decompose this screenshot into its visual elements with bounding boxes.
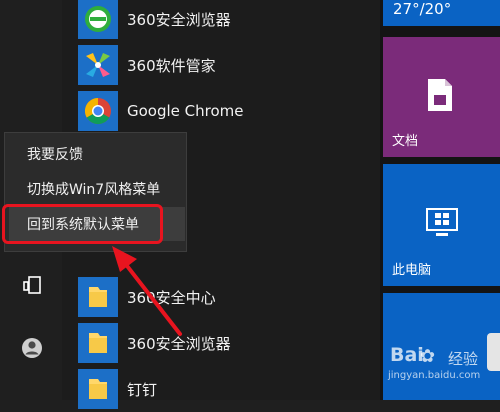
weather-temp: 27°/20° [393,0,452,18]
app-item-360-security-center[interactable]: 360安全中心 [78,274,378,320]
document-icon [428,79,452,111]
documents-label: 文档 [392,134,419,149]
360-browser-icon [78,0,118,39]
360-software-manager-icon [78,45,118,85]
app-item-360-software-manager[interactable]: 360软件管家 [78,42,378,88]
app-label: 360安全中心 [127,288,216,307]
app-label: 360安全浏览器 [127,10,231,29]
app-item-google-chrome[interactable]: Google Chrome [78,88,378,134]
chrome-icon [78,91,118,131]
computer-icon [426,208,458,236]
folder-icon [78,369,118,409]
watermark-logo-text: Bai [390,344,424,366]
documents-tile[interactable]: 文档 [383,37,500,157]
app-label: 钉钉 [127,380,158,399]
baidu-watermark: Bai ✿ 经验 jingyan.baidu.com [384,344,500,400]
app-item-dingding[interactable]: 钉钉 [78,366,378,412]
watermark-logo-text-b: 经验 [448,350,479,368]
menu-item-feedback[interactable]: 我要反馈 [9,137,185,171]
highlight-box [2,204,163,244]
folder-icon [78,323,118,363]
this-pc-label: 此电脑 [392,263,432,278]
paw-icon: ✿ [420,346,436,367]
app-label: 360安全浏览器 [127,334,231,353]
folder-icon [78,277,118,317]
app-label: 360软件管家 [127,56,216,75]
weather-tile[interactable]: 27°/20° [383,0,500,26]
this-pc-tile[interactable]: 此电脑 [383,164,500,286]
device-icon [23,276,41,294]
user-account-button[interactable] [12,330,52,366]
tablet-mode-button[interactable] [12,268,52,304]
menu-item-win7-style[interactable]: 切换成Win7风格菜单 [9,172,185,206]
watermark-url: jingyan.baidu.com [388,370,481,381]
app-label: Google Chrome [127,102,244,120]
user-icon [22,338,42,358]
app-item-360-browser[interactable]: 360安全浏览器 [78,0,378,42]
app-item-360-browser-folder[interactable]: 360安全浏览器 [78,320,378,366]
tiles-area: 27°/20° 文档 此电脑 [380,0,500,400]
